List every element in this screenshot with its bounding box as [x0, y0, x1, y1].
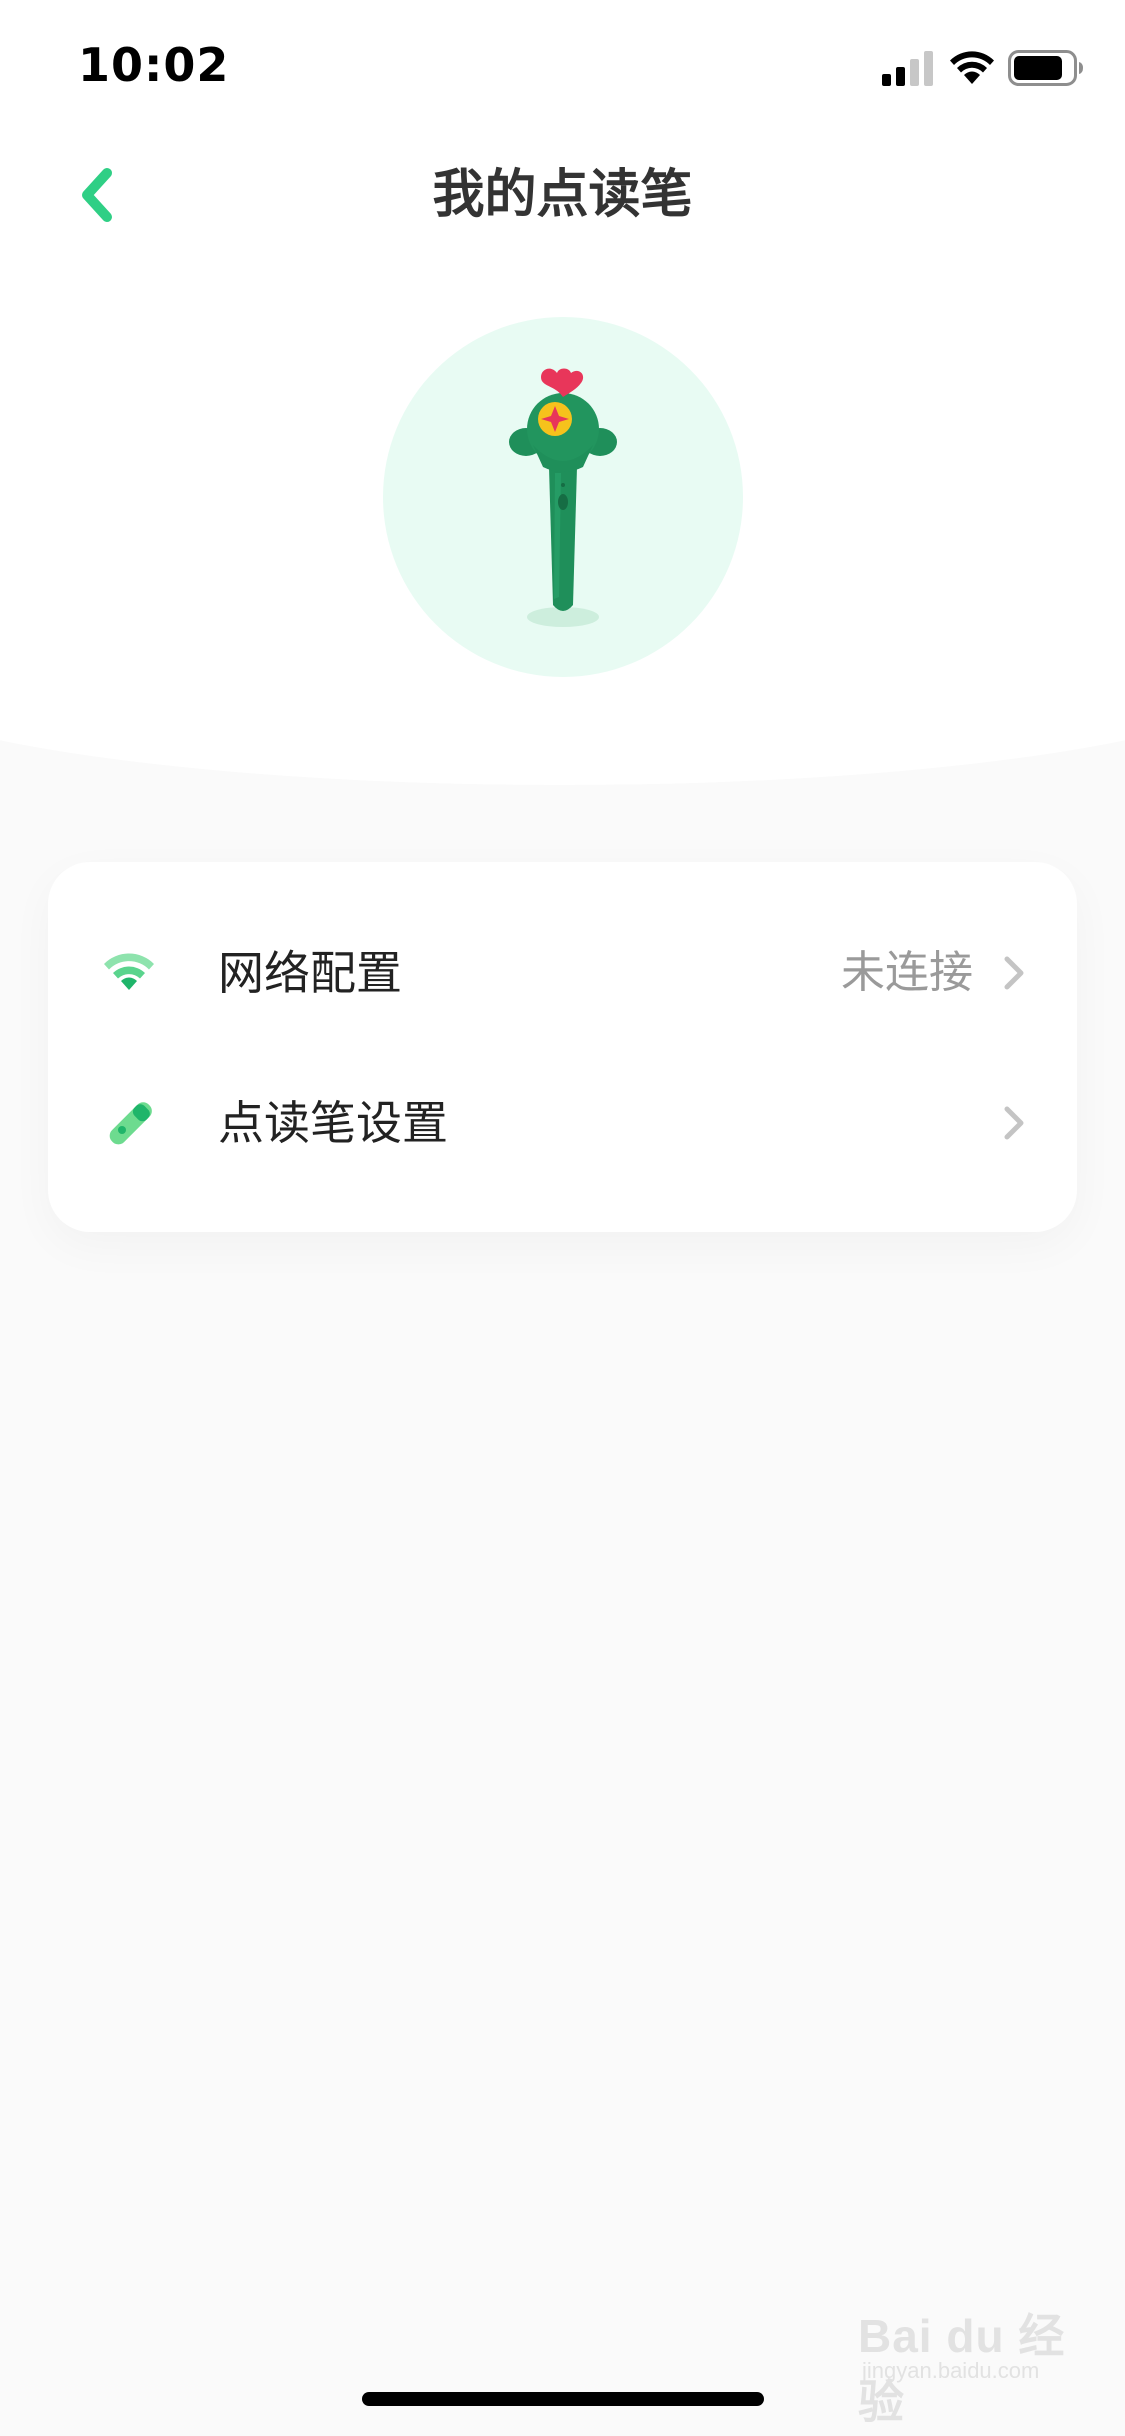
chevron-left-icon [82, 168, 112, 222]
chevron-right-icon [1004, 956, 1024, 990]
back-button[interactable] [62, 160, 132, 230]
network-config-row[interactable]: 网络配置 未连接 [48, 898, 1077, 1048]
network-config-label: 网络配置 [218, 946, 402, 1000]
status-time: 10:02 [78, 38, 230, 92]
pen-settings-label: 点读笔设置 [218, 1096, 448, 1150]
baidu-watermark: Bai du 经验 jingyan.baidu.com [858, 2300, 1098, 2428]
home-indicator[interactable] [362, 2392, 764, 2406]
watermark-sub: jingyan.baidu.com [862, 2358, 1040, 2383]
page-title: 我的点读笔 [432, 165, 693, 225]
screen: 10:02 我的点读笔 网络配置 未连接 点读笔设置 Bai du 经验 jin… [0, 0, 1125, 2436]
wifi-status-icon [950, 51, 994, 84]
chevron-right-icon [1004, 1106, 1024, 1140]
cellular-signal-icon [882, 51, 933, 86]
reading-pen-image [509, 368, 617, 627]
wifi-icon [104, 953, 154, 990]
battery-icon [1008, 50, 1083, 86]
status-bar: 10:02 [0, 0, 1125, 130]
pen-settings-row[interactable]: 点读笔设置 [48, 1048, 1077, 1198]
connection-status: 未连接 [841, 947, 973, 998]
pen-icon [109, 1102, 152, 1145]
